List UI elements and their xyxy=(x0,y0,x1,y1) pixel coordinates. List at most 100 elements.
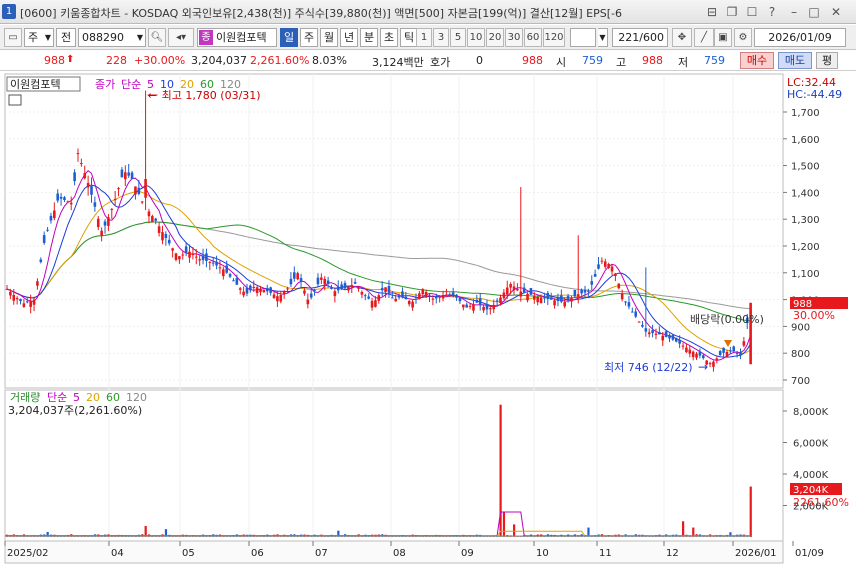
chevron-down-icon: ▼ xyxy=(44,33,51,42)
grid-toggle-icon[interactable] xyxy=(8,94,22,106)
multiplier-button-120[interactable]: 120 xyxy=(543,28,565,47)
current-price-pct: 30.00% xyxy=(793,309,835,322)
period-tab-2[interactable]: 월 xyxy=(320,28,338,47)
candle-body xyxy=(49,215,53,221)
candle-body xyxy=(597,264,600,269)
chart-area[interactable]: 1,7001,6001,5001,4001,3001,2001,1001,000… xyxy=(0,72,856,565)
candle-body xyxy=(255,287,259,294)
minimize-icon[interactable]: – xyxy=(786,4,802,20)
price-legend-item: 60 xyxy=(200,78,214,91)
candle-body xyxy=(63,197,66,201)
prev-button[interactable]: 전 xyxy=(56,28,76,47)
candle-body xyxy=(167,239,171,244)
candle-body xyxy=(546,292,550,300)
volume-current-pct: 2261.60% xyxy=(793,496,849,509)
search-icon[interactable]: 🔍︎ xyxy=(148,28,166,47)
close-icon[interactable]: ✕ xyxy=(828,4,844,20)
link-icon[interactable]: ⊟ xyxy=(704,4,720,20)
crosshair-icon[interactable]: ✥ xyxy=(672,28,692,47)
candle-body xyxy=(485,304,489,310)
gear-icon[interactable]: ⚙ xyxy=(734,28,752,47)
date-field[interactable]: 2026/01/09 xyxy=(754,28,846,47)
candle-body xyxy=(607,263,610,268)
save-icon[interactable]: ▣ xyxy=(714,28,732,47)
candle-body xyxy=(614,273,617,277)
candle-body xyxy=(475,299,479,303)
candle-body xyxy=(411,301,414,308)
price-tick-label: 1,600 xyxy=(791,135,820,146)
speaker-icon[interactable]: ◂▾ xyxy=(168,28,194,47)
balance-button[interactable]: 평 xyxy=(816,52,838,69)
candle-body xyxy=(238,288,242,290)
multiplier-button-10[interactable]: 10 xyxy=(467,28,485,47)
candle-body xyxy=(681,345,685,347)
candle-body xyxy=(685,347,688,353)
candle-body xyxy=(593,273,597,277)
window-title: [0600] 키움종합차트 - KOSDAQ 외국인보유[2,438(천)] 주… xyxy=(20,7,622,20)
candle-body xyxy=(654,333,658,335)
candle-body xyxy=(712,361,715,367)
si-label: 시 xyxy=(556,56,567,69)
code-input[interactable]: 088290 ▼ xyxy=(78,28,146,47)
candle-body xyxy=(140,201,144,203)
candle-body xyxy=(5,288,9,290)
candle-body xyxy=(691,351,695,358)
count-field[interactable]: 221/600 xyxy=(612,28,668,47)
chevron-down-icon[interactable]: ▼ xyxy=(598,28,608,47)
candle-body xyxy=(333,291,337,297)
candle-body xyxy=(526,293,529,301)
candle-body xyxy=(421,289,425,295)
sell-button[interactable]: 매도 xyxy=(778,52,812,69)
draw-line-icon[interactable]: ╱ xyxy=(694,28,714,47)
price-tick-label: 1,700 xyxy=(791,108,820,119)
period-tab-0[interactable]: 일 xyxy=(280,28,298,47)
candle-body xyxy=(715,358,719,360)
multiplier-button-20[interactable]: 20 xyxy=(486,28,504,47)
multiplier-button-30[interactable]: 30 xyxy=(505,28,523,47)
candle-body xyxy=(516,288,519,291)
multiplier-button-60[interactable]: 60 xyxy=(524,28,542,47)
candle-body xyxy=(232,280,235,282)
period-tab-4[interactable]: 분 xyxy=(360,28,378,47)
multiplier-button-3[interactable]: 3 xyxy=(433,28,449,47)
up-arrow-icon: ⬆ xyxy=(66,54,75,65)
candle-body xyxy=(120,169,124,178)
candle-body xyxy=(53,210,56,219)
market-select[interactable]: 주 ▼ xyxy=(24,28,54,47)
candle-body xyxy=(56,193,60,201)
candle-body xyxy=(370,300,374,308)
candle-body xyxy=(265,287,269,292)
volume-legend-item: 단순 xyxy=(47,391,67,404)
candle-body xyxy=(32,299,36,305)
period-tab-5[interactable]: 초 xyxy=(380,28,398,47)
candle-body xyxy=(269,287,272,293)
period-tab-3[interactable]: 년 xyxy=(340,28,358,47)
multiplier-button-5[interactable]: 5 xyxy=(450,28,466,47)
hoga-value: 0 xyxy=(476,54,483,67)
blank-select[interactable] xyxy=(570,28,596,47)
candle-body xyxy=(718,351,722,356)
candle-body xyxy=(343,283,347,289)
candle-body xyxy=(634,311,637,317)
candle-body xyxy=(701,355,705,359)
candle-body xyxy=(191,254,195,256)
restore-icon[interactable]: ❐ xyxy=(724,4,740,20)
maximize-icon[interactable]: □ xyxy=(806,4,822,20)
candle-body xyxy=(543,297,546,299)
candle-body xyxy=(309,293,313,298)
candle-body xyxy=(211,262,215,264)
title-bar: 1 [0600] 키움종합차트 - KOSDAQ 외국인보유[2,438(천)]… xyxy=(0,0,856,24)
volume-tick-label: 8,000K xyxy=(793,407,829,418)
stock-name-field[interactable]: 종 이원컴포텍 xyxy=(197,28,277,47)
chart-menu-icon[interactable]: ▭ xyxy=(4,28,22,47)
period-tab-1[interactable]: 주 xyxy=(300,28,318,47)
volume-current-tag-text: 3,204K xyxy=(793,485,829,496)
candle-body xyxy=(19,298,22,302)
buy-button[interactable]: 매수 xyxy=(740,52,774,69)
help-icon[interactable]: ? xyxy=(764,4,780,20)
stock-name: 이원컴포텍 xyxy=(216,31,267,44)
multiplier-button-1[interactable]: 1 xyxy=(416,28,432,47)
candle-body xyxy=(80,163,83,165)
candle-body xyxy=(174,253,178,260)
pin-icon[interactable]: ☐ xyxy=(744,4,760,20)
